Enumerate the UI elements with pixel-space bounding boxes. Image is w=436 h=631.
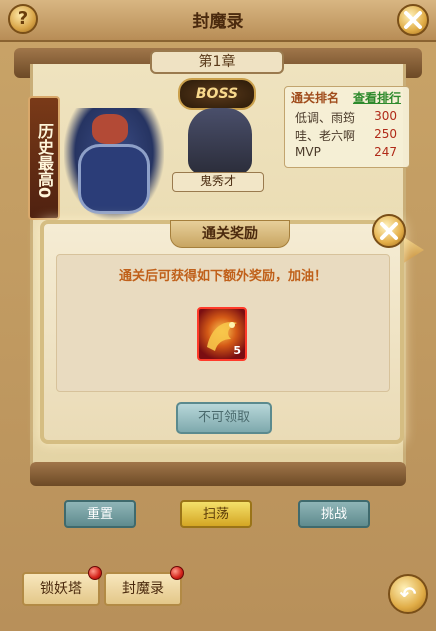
dialog-message: 通关后可获得如下额外奖励，加油！ [118,269,327,284]
close-icon [404,11,422,29]
back-button[interactable]: ↶ [388,574,428,614]
ranking-title: 通关排名 [291,91,340,105]
history-best-label: 历史最高0 [28,96,60,220]
ranking-row: MVP 247 [295,145,403,159]
dialog-title: 通关奖励 [170,220,290,248]
page-title: 封魔录 [192,12,244,32]
notification-dot-icon [88,566,102,580]
dialog-content-panel: 通关后可获得如下额外奖励，加油！ 5 [56,254,390,392]
title-bar: ? 封魔录 [0,0,436,42]
scroll-rod-bottom [30,462,406,486]
game-window: ? 封魔录 第1章 历史最高0 BOSS 鬼秀才 通关排名 查看排行 低调、雨筠… [0,0,436,631]
ranking-score: 300 [374,109,397,123]
boss-monster-image[interactable] [188,108,252,174]
reset-button[interactable]: 重置 [64,500,136,528]
monster-body [78,144,150,214]
ranking-row: 低调、雨筠 300 [295,109,403,126]
challenge-button[interactable]: 挑战 [298,500,370,528]
ranking-panel: 通关排名 查看排行 低调、雨筠 300 哇、老六啊 250 MVP 247 [284,86,410,168]
monster-head [92,114,128,144]
tab-lock-demon-tower[interactable]: 锁妖塔 [22,572,100,606]
ranking-score: 247 [374,145,397,159]
armored-monster-image[interactable] [64,108,164,220]
close-icon [380,222,398,240]
boss-name-plate: 鬼秀才 [172,172,264,192]
ranking-row: 哇、老六啊 250 [295,127,403,144]
tab-seal-demon-record[interactable]: 封魔录 [104,572,182,606]
reward-item-slot[interactable]: 5 [197,307,247,361]
notification-dot-icon [170,566,184,580]
claim-button-disabled[interactable]: 不可领取 [176,402,272,434]
boss-badge: BOSS [178,78,256,110]
reward-count: 5 [233,344,241,357]
ranking-score: 250 [374,127,397,141]
ranking-player-name: 低调、雨筠 [295,111,356,125]
chapter-label: 第1章 [150,50,284,74]
next-chapter-arrow-icon[interactable] [402,236,424,264]
sweep-button[interactable]: 扫荡 [180,500,252,528]
dialog-close-button[interactable] [372,214,406,248]
ranking-player-name: MVP [295,145,321,159]
ranking-player-name: 哇、老六啊 [295,129,356,143]
back-arrow-icon: ↶ [399,582,417,606]
reward-dialog: 通关奖励 通关后可获得如下额外奖励，加油！ 5 不可领取 [40,214,406,444]
view-ranking-link[interactable]: 查看排行 [353,89,401,106]
close-button[interactable] [397,4,429,36]
